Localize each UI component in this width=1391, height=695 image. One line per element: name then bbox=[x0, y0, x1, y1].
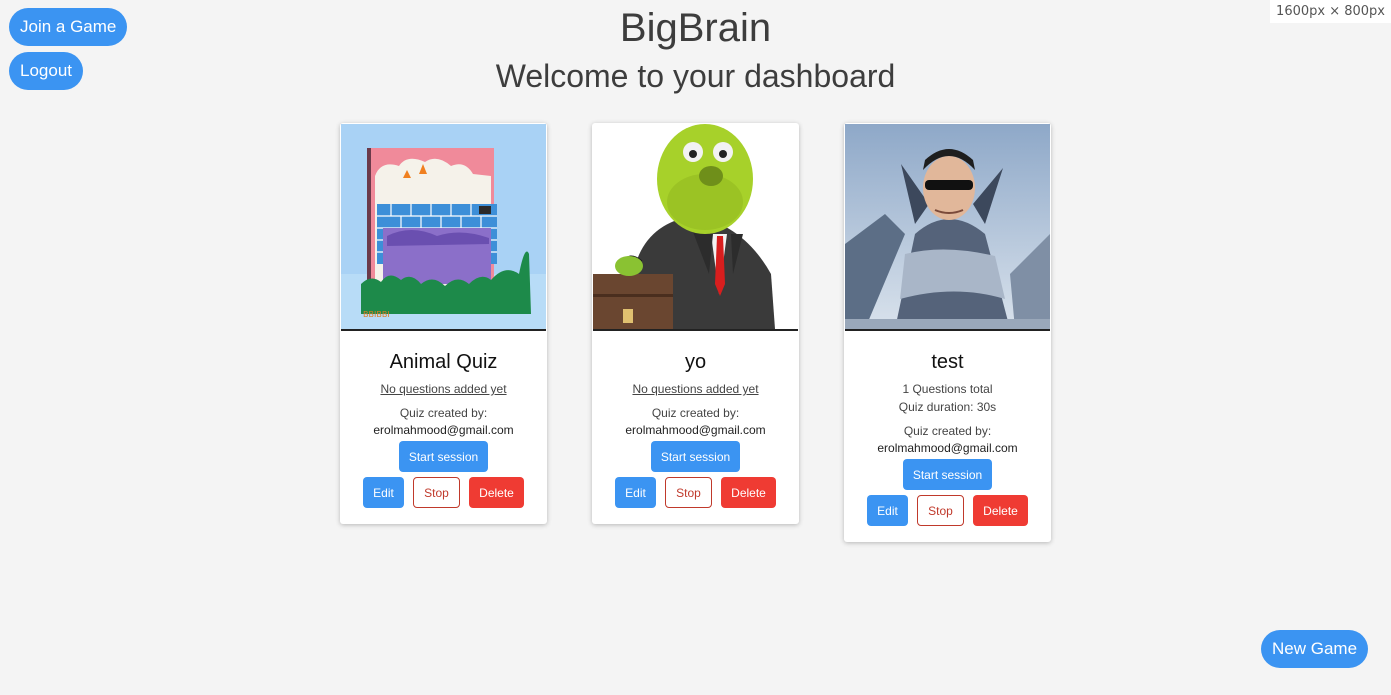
quiz-card: test 1 Questions total Quiz duration: 30… bbox=[844, 123, 1051, 542]
delete-button[interactable]: Delete bbox=[469, 477, 524, 508]
card-actions: Edit Stop Delete bbox=[848, 495, 1047, 526]
quiz-thumbnail bbox=[593, 124, 798, 331]
quiz-card: BBIBBI Animal Quiz No questions added ye… bbox=[340, 123, 547, 524]
question-count: 1 Questions total bbox=[902, 382, 993, 396]
quiz-thumbnail bbox=[845, 124, 1050, 331]
quiz-duration: Quiz duration: 30s bbox=[898, 400, 997, 414]
stop-button[interactable]: Stop bbox=[413, 477, 460, 508]
quiz-title: yo bbox=[684, 351, 707, 373]
edit-button[interactable]: Edit bbox=[363, 477, 404, 508]
question-count: No questions added yet bbox=[380, 382, 507, 396]
creator-email: erolmahmood@gmail.com bbox=[625, 423, 766, 437]
creator-email: erolmahmood@gmail.com bbox=[373, 423, 514, 437]
quiz-thumbnail: BBIBBI bbox=[341, 124, 546, 331]
new-game-button[interactable]: New Game bbox=[1261, 630, 1369, 668]
thumbnail-watermark: BBIBBI bbox=[363, 310, 390, 319]
delete-button[interactable]: Delete bbox=[721, 477, 776, 508]
delete-button[interactable]: Delete bbox=[973, 495, 1028, 526]
creator-label: Quiz created by: bbox=[903, 424, 992, 438]
edit-button[interactable]: Edit bbox=[867, 495, 908, 526]
quiz-title: test bbox=[931, 351, 964, 373]
quiz-card: yo No questions added yet Quiz created b… bbox=[592, 123, 799, 524]
card-actions: Edit Stop Delete bbox=[596, 477, 795, 508]
start-session-button[interactable]: Start session bbox=[398, 441, 489, 472]
card-actions: Edit Stop Delete bbox=[344, 477, 543, 508]
creator-label: Quiz created by: bbox=[399, 406, 488, 420]
start-session-button[interactable]: Start session bbox=[650, 441, 741, 472]
app-title: BigBrain bbox=[619, 6, 772, 50]
stop-button[interactable]: Stop bbox=[665, 477, 712, 508]
creator-label: Quiz created by: bbox=[651, 406, 740, 420]
creator-email: erolmahmood@gmail.com bbox=[877, 441, 1018, 455]
businessman-character-illustration bbox=[593, 124, 798, 329]
armored-hero-photo bbox=[845, 124, 1050, 329]
stop-button[interactable]: Stop bbox=[917, 495, 964, 526]
page-subtitle: Welcome to your dashboard bbox=[495, 58, 896, 94]
popup-book-illustration: BBIBBI bbox=[341, 124, 546, 329]
edit-button[interactable]: Edit bbox=[615, 477, 656, 508]
question-count: No questions added yet bbox=[632, 382, 759, 396]
start-session-button[interactable]: Start session bbox=[902, 459, 993, 490]
quiz-title: Animal Quiz bbox=[389, 351, 498, 373]
